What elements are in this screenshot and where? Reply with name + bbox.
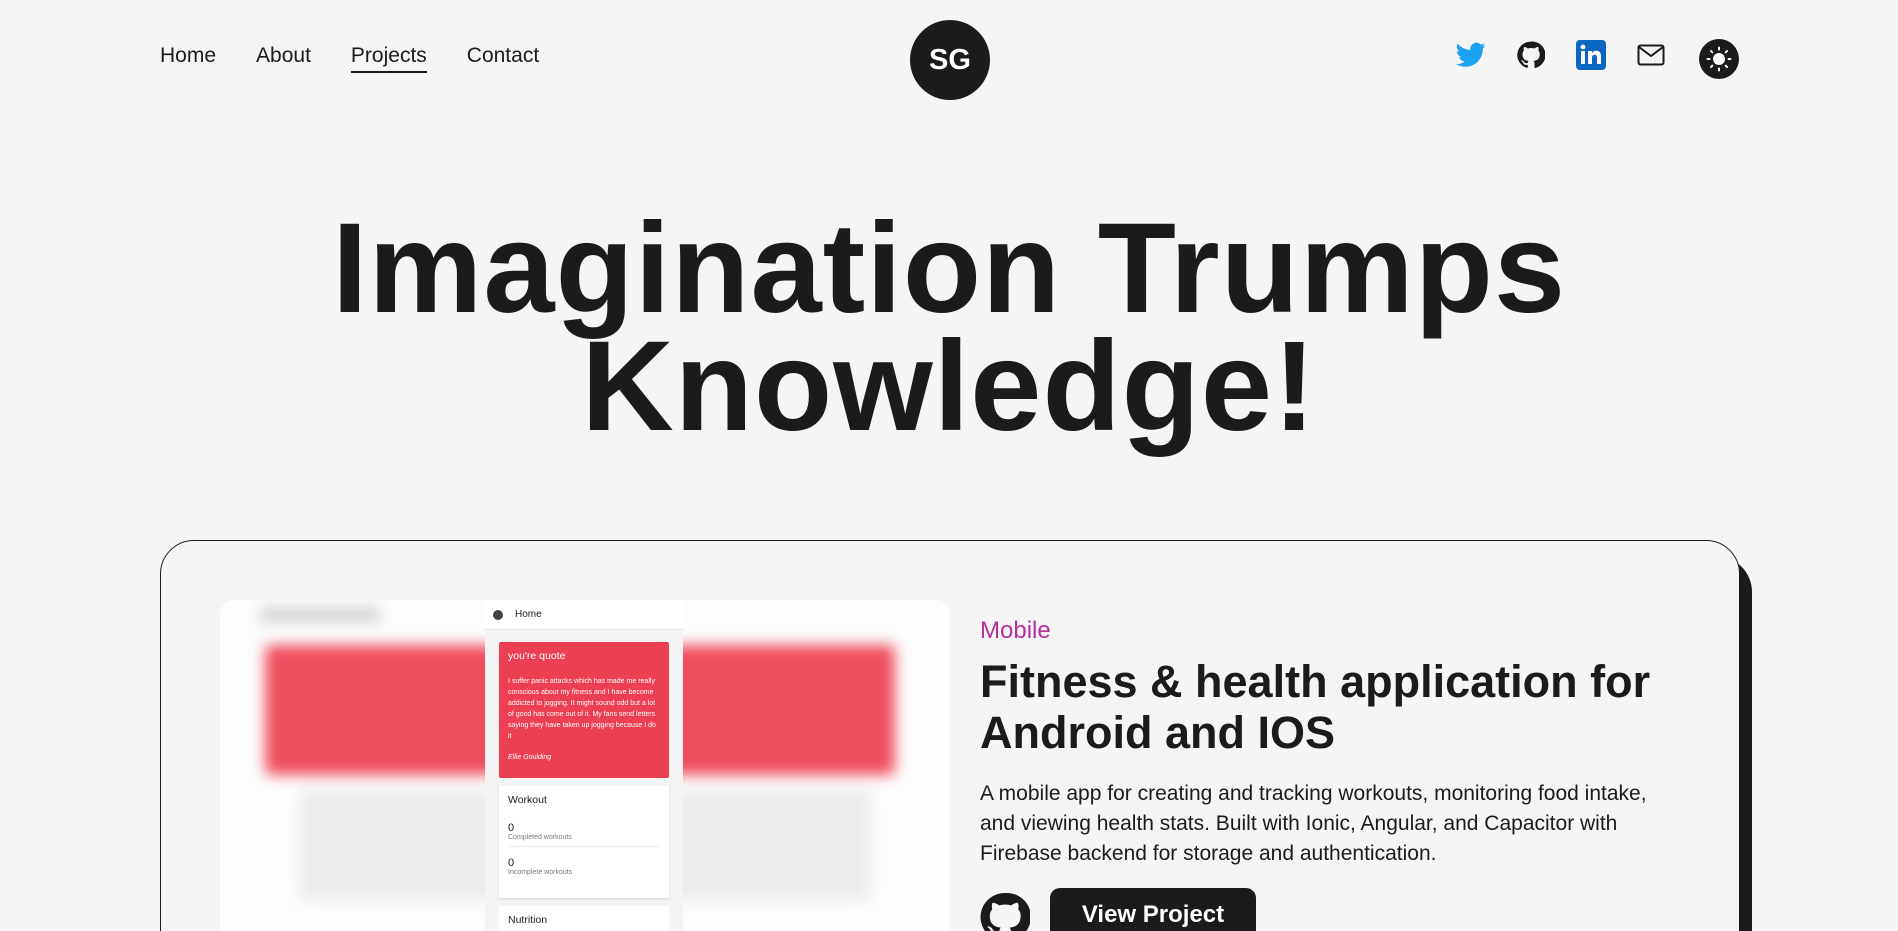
project-screenshot[interactable]: Home you're quote I suffer panic attacks… (220, 600, 950, 931)
nav-link-about[interactable]: About (256, 44, 311, 73)
project-description: A mobile app for creating and tracking w… (980, 782, 1647, 865)
project-github-link[interactable] (980, 892, 1031, 931)
project-category: Mobile (980, 617, 1051, 644)
nutrition-card: Nutrition (499, 906, 669, 931)
phone-topbar-title: Home (515, 609, 542, 620)
profile-icon (493, 609, 503, 620)
sun-icon (1706, 46, 1732, 72)
hero-line-2: Knowledge! (581, 315, 1317, 458)
incomplete-value: 0 (508, 857, 515, 869)
hero-line-1: Imagination Trumps (331, 197, 1567, 340)
twitter-icon[interactable] (1456, 40, 1486, 70)
hero-heading: Imagination Trumps Knowledge! (0, 197, 1898, 458)
main-nav: Home About Projects Contact (160, 44, 539, 73)
completed-value: 0 (508, 822, 515, 834)
github-icon (980, 893, 1031, 931)
quote-card: you're quote I suffer panic attacks whic… (499, 642, 669, 778)
github-icon[interactable] (1516, 40, 1546, 70)
social-links (1456, 40, 1666, 70)
workout-heading: Workout (508, 794, 547, 806)
nav-link-contact[interactable]: Contact (467, 44, 539, 73)
mail-icon[interactable] (1636, 40, 1666, 70)
logo[interactable]: SG (910, 20, 990, 100)
view-project-button[interactable]: View Project (1050, 888, 1256, 931)
quote-body: I suffer panic attacks which has made me… (508, 678, 656, 740)
workout-card: Workout 0 Completed workouts 0 Incomplet… (499, 786, 669, 898)
project-title: Fitness & health application for Android… (980, 656, 1651, 758)
theme-toggle-button[interactable] (1699, 39, 1739, 79)
quote-author: Ellie Goulding (508, 754, 552, 761)
phone-mockup: Home you're quote I suffer panic attacks… (485, 600, 683, 931)
quote-heading: you're quote (508, 650, 566, 662)
nav-link-home[interactable]: Home (160, 44, 216, 73)
phone-topbar: Home (485, 600, 683, 630)
linkedin-icon[interactable] (1576, 40, 1606, 70)
nav-link-projects[interactable]: Projects (350, 44, 427, 73)
completed-label: Completed workouts (508, 834, 660, 847)
incomplete-label: Incomplete workouts (508, 869, 573, 876)
